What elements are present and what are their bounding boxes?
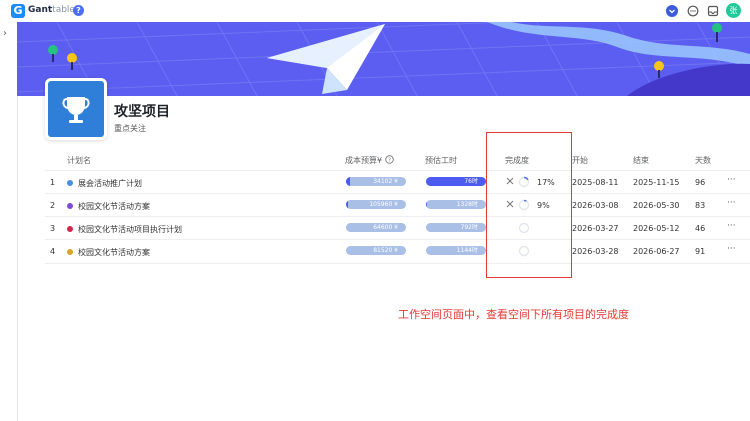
budget-bar-fill [346, 177, 350, 186]
project-icon[interactable] [45, 78, 107, 140]
top-bar: G Ganttable ? 张 [0, 0, 750, 22]
hours-bar-fill [426, 200, 428, 209]
gantable-logo-icon[interactable]: G [11, 4, 25, 18]
plan-name[interactable]: 展会活动推广计划 [78, 178, 142, 189]
chat-icon[interactable] [687, 5, 699, 17]
row-index: 4 [50, 247, 56, 256]
status-dot [67, 249, 73, 255]
hours-bar: 1144时 [426, 246, 486, 255]
budget-bar: 34102 ¥ [346, 177, 406, 186]
column-budget[interactable]: 成本预算¥ [345, 155, 382, 166]
question-circle-icon[interactable]: ? [385, 155, 394, 164]
brand-light: table [52, 5, 75, 15]
days-count: 83 [695, 201, 706, 210]
sidebar: › [0, 22, 18, 421]
row-index: 3 [50, 224, 56, 233]
column-days[interactable]: 天数 [695, 155, 711, 166]
hours-value: 76时 [464, 178, 478, 185]
expand-sidebar-icon[interactable]: › [3, 28, 7, 39]
row-index: 1 [50, 178, 56, 187]
annotation-text: 工作空间页面中，查看空间下所有项目的完成度 [398, 308, 629, 321]
start-date: 2026-03-27 [572, 224, 619, 233]
project-title: 攻坚项目 [114, 104, 170, 120]
hours-value: 1328时 [456, 201, 478, 208]
end-date: 2025-11-15 [633, 178, 680, 187]
inbox-icon[interactable] [707, 5, 719, 17]
plan-name[interactable]: 校园文化节活动方案 [78, 247, 150, 258]
budget-bar: 105960 ¥ [346, 200, 406, 209]
hours-value: 1144时 [456, 247, 478, 254]
app-brand[interactable]: Ganttable [28, 5, 75, 15]
table-row[interactable]: 1 展会活动推广计划 34102 ¥ 76时 17% 2025-08-11 20… [45, 170, 750, 194]
avatar[interactable]: 张 [726, 3, 741, 18]
hours-bar: 1328时 [426, 200, 486, 209]
budget-bar: 81520 ¥ [346, 246, 406, 255]
hours-bar: 76时 [426, 177, 486, 186]
status-dot [67, 226, 73, 232]
table-row[interactable]: 4 校园文化节活动方案 81520 ¥ 1144时 2026-03-28 202… [45, 239, 750, 264]
project-subtitle: 重点关注 [114, 124, 146, 133]
budget-bar-fill [346, 200, 348, 209]
column-start[interactable]: 开始 [572, 155, 588, 166]
hours-bar: 792时 [426, 223, 486, 232]
end-date: 2026-05-30 [633, 201, 680, 210]
budget-bar: 64600 ¥ [346, 223, 406, 232]
budget-value: 105960 ¥ [369, 201, 398, 208]
start-date: 2025-08-11 [572, 178, 619, 187]
row-index: 2 [50, 201, 56, 210]
days-count: 96 [695, 178, 706, 187]
more-options-icon[interactable]: ··· [727, 198, 736, 208]
status-dot [67, 203, 73, 209]
column-name[interactable]: 计划名 [67, 155, 91, 166]
budget-value: 81520 ¥ [373, 247, 398, 254]
start-date: 2026-03-08 [572, 201, 619, 210]
budget-value: 64600 ¥ [373, 224, 398, 231]
plan-name[interactable]: 校园文化节活动项目执行计划 [78, 224, 182, 235]
more-options-icon[interactable]: ··· [727, 244, 736, 254]
plan-name[interactable]: 校园文化节活动方案 [78, 201, 150, 212]
days-count: 91 [695, 247, 706, 256]
table-row[interactable]: 3 校园文化节活动项目执行计划 64600 ¥ 792时 2026-03-27 … [45, 216, 750, 240]
brand-main: Gant [28, 5, 53, 15]
trophy-icon [62, 97, 90, 123]
highlight-box [486, 132, 572, 278]
svg-text:?: ? [388, 158, 391, 164]
end-date: 2026-06-27 [633, 247, 680, 256]
column-end[interactable]: 结束 [633, 155, 649, 166]
help-icon[interactable]: ? [73, 5, 84, 16]
hours-value: 792时 [460, 224, 478, 231]
table-row[interactable]: 2 校园文化节活动方案 105960 ¥ 1328时 9% 2026-03-08… [45, 193, 750, 217]
column-hours[interactable]: 预估工时 [425, 155, 457, 166]
status-dot [67, 180, 73, 186]
chevron-down-icon[interactable] [666, 5, 678, 17]
more-options-icon[interactable]: ··· [727, 175, 736, 185]
days-count: 46 [695, 224, 706, 233]
table-header: 计划名 成本预算¥ ? 预估工时 完成度 开始 结束 天数 [45, 152, 750, 168]
project-banner [17, 22, 750, 96]
budget-value: 34102 ¥ [373, 178, 398, 185]
start-date: 2026-03-28 [572, 247, 619, 256]
banner-illustration [17, 22, 750, 96]
more-options-icon[interactable]: ··· [727, 221, 736, 231]
end-date: 2026-05-12 [633, 224, 680, 233]
